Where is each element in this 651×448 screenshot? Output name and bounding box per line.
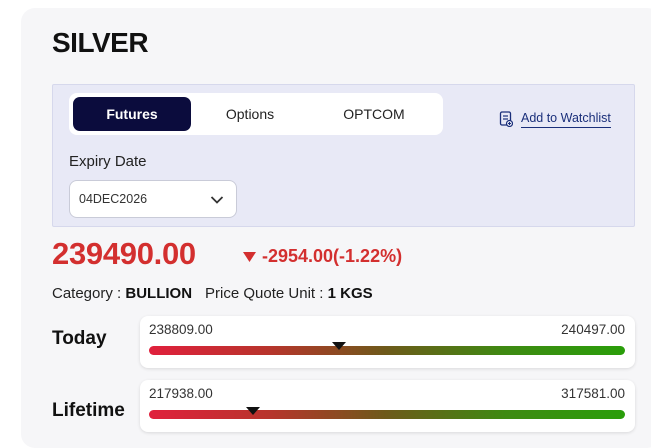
today-range-label: Today: [52, 328, 107, 349]
lifetime-high: 317581.00: [561, 386, 625, 401]
last-price: 239490.00: [52, 236, 196, 271]
watchlist-doc-icon: [499, 111, 513, 127]
today-high: 240497.00: [561, 322, 625, 337]
lifetime-range-bar: [149, 410, 625, 419]
lifetime-range: 217938.00 317581.00: [140, 380, 635, 432]
lifetime-low: 217938.00: [149, 386, 213, 401]
expiry-date-value: 04DEC2026: [79, 192, 148, 206]
expiry-date-label: Expiry Date: [69, 153, 147, 170]
tab-options[interactable]: Options: [191, 97, 309, 131]
add-to-watchlist-link[interactable]: Add to Watchlist: [499, 109, 611, 129]
price-quote-unit-label: Price Quote Unit :: [205, 285, 324, 302]
price-change-value: -2954.00(-1.22%): [262, 246, 403, 266]
instrument-meta: Category : BULLION Price Quote Unit : 1 …: [52, 285, 373, 302]
page-title: SILVER: [52, 27, 149, 58]
category-value: BULLION: [125, 285, 193, 302]
price-quote-unit-value: 1 KGS: [327, 285, 373, 302]
contract-panel: Futures Options OPTCOM Add to Watchlist …: [52, 84, 635, 227]
expiry-date-select[interactable]: 04DEC2026: [69, 180, 237, 218]
price-change: -2954.00(-1.22%): [243, 246, 402, 267]
tab-optcom[interactable]: OPTCOM: [315, 97, 433, 131]
tab-futures[interactable]: Futures: [73, 97, 191, 131]
chevron-down-icon: [210, 196, 224, 204]
instrument-tabs: Futures Options OPTCOM: [69, 93, 443, 135]
today-current-marker: [332, 342, 347, 350]
today-low: 238809.00: [149, 322, 213, 337]
today-range-bar: [149, 346, 625, 355]
today-range: 238809.00 240497.00: [140, 316, 635, 368]
lifetime-current-marker: [245, 407, 260, 415]
lifetime-range-label: Lifetime: [52, 400, 125, 421]
category-label: Category :: [52, 285, 122, 302]
watchlist-label[interactable]: Add to Watchlist: [521, 111, 611, 128]
down-triangle-icon: [243, 251, 256, 262]
